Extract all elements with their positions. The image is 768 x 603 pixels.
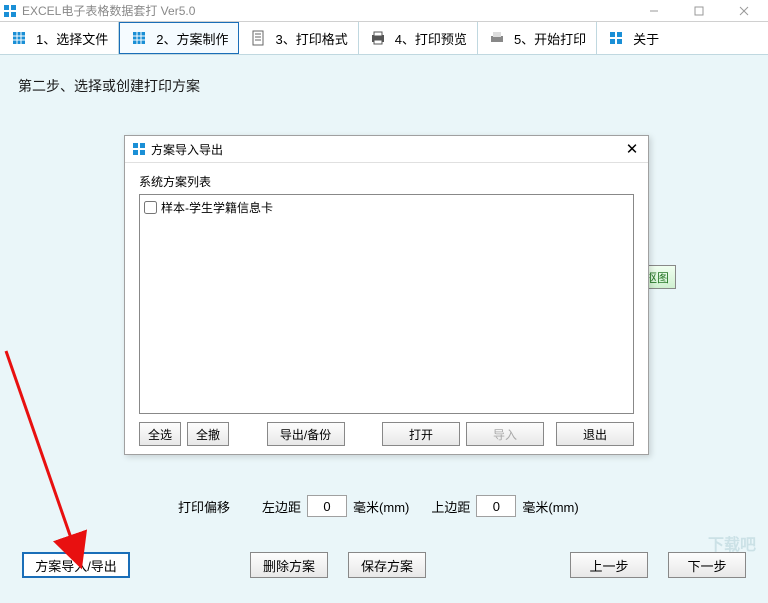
- step-title: 第二步、选择或创建打印方案: [18, 76, 750, 96]
- tab-plan-make[interactable]: 2、方案制作: [119, 22, 239, 54]
- export-backup-button[interactable]: 导出/备份: [267, 422, 345, 446]
- list-item-checkbox[interactable]: [144, 201, 157, 214]
- delete-plan-button[interactable]: 删除方案: [250, 552, 328, 578]
- tab-label: 5、开始打印: [514, 29, 586, 48]
- exit-button[interactable]: 退出: [556, 422, 634, 446]
- printer-icon: [369, 29, 387, 47]
- tab-label: 1、选择文件: [36, 29, 108, 48]
- tab-start-print[interactable]: 5、开始打印: [478, 22, 597, 54]
- import-button[interactable]: 导入: [466, 422, 544, 446]
- watermark: 下载吧: [708, 531, 756, 555]
- tab-print-format[interactable]: 3、打印格式: [239, 22, 358, 54]
- dialog-title: 方案导入导出: [151, 141, 622, 158]
- maximize-button[interactable]: [676, 1, 721, 21]
- document-icon: [249, 29, 267, 47]
- open-button[interactable]: 打开: [382, 422, 460, 446]
- prev-step-button[interactable]: 上一步: [570, 552, 648, 578]
- toolbar: 1、选择文件 2、方案制作 3、打印格式 4、打印预览 5、开始打印 关于: [0, 22, 768, 55]
- tab-label: 3、打印格式: [275, 29, 347, 48]
- grid-icon: [607, 29, 625, 47]
- offset-left-input[interactable]: [307, 495, 347, 517]
- tab-about[interactable]: 关于: [597, 22, 669, 54]
- offset-label: 打印偏移: [178, 497, 230, 516]
- offset-left-label: 左边距: [262, 497, 301, 516]
- tab-label: 2、方案制作: [156, 29, 228, 48]
- offset-top-unit: 毫米(mm): [522, 497, 578, 516]
- list-item-label: 样本-学生学籍信息卡: [161, 199, 273, 216]
- tab-label: 关于: [633, 29, 659, 48]
- select-all-button[interactable]: 全选: [139, 422, 181, 446]
- minimize-button[interactable]: [631, 1, 676, 21]
- tab-print-preview[interactable]: 4、打印预览: [359, 22, 478, 54]
- import-export-button[interactable]: 方案导入/导出: [22, 552, 130, 578]
- save-plan-button[interactable]: 保存方案: [348, 552, 426, 578]
- bottom-bar: 方案导入/导出 删除方案 保存方案 上一步 下一步: [0, 551, 768, 579]
- grid-icon: [10, 29, 28, 47]
- offset-top-label: 上边距: [431, 497, 470, 516]
- close-button[interactable]: [721, 1, 766, 21]
- window-title: EXCEL电子表格数据套打 Ver5.0: [22, 2, 631, 19]
- plan-list-label: 系统方案列表: [139, 173, 634, 190]
- grid-icon: [130, 29, 148, 47]
- deselect-all-button[interactable]: 全撤: [187, 422, 229, 446]
- dialog-titlebar: 方案导入导出 ✕: [125, 136, 648, 163]
- plan-list[interactable]: 样本-学生学籍信息卡: [139, 194, 634, 414]
- app-icon: [2, 3, 18, 19]
- tab-label: 4、打印预览: [395, 29, 467, 48]
- import-export-dialog: 方案导入导出 ✕ 系统方案列表 样本-学生学籍信息卡 全选 全撤 导出/备份 打…: [124, 135, 649, 455]
- list-item[interactable]: 样本-学生学籍信息卡: [144, 198, 629, 217]
- dialog-close-button[interactable]: ✕: [622, 139, 642, 159]
- printer-icon: [488, 29, 506, 47]
- print-offset-row: 打印偏移 左边距 毫米(mm) 上边距 毫米(mm): [178, 495, 579, 517]
- titlebar: EXCEL电子表格数据套打 Ver5.0: [0, 0, 768, 22]
- offset-top-input[interactable]: [476, 495, 516, 517]
- grid-icon: [131, 141, 147, 157]
- offset-left-unit: 毫米(mm): [353, 497, 409, 516]
- tab-select-file[interactable]: 1、选择文件: [0, 22, 119, 54]
- next-step-button[interactable]: 下一步: [668, 552, 746, 578]
